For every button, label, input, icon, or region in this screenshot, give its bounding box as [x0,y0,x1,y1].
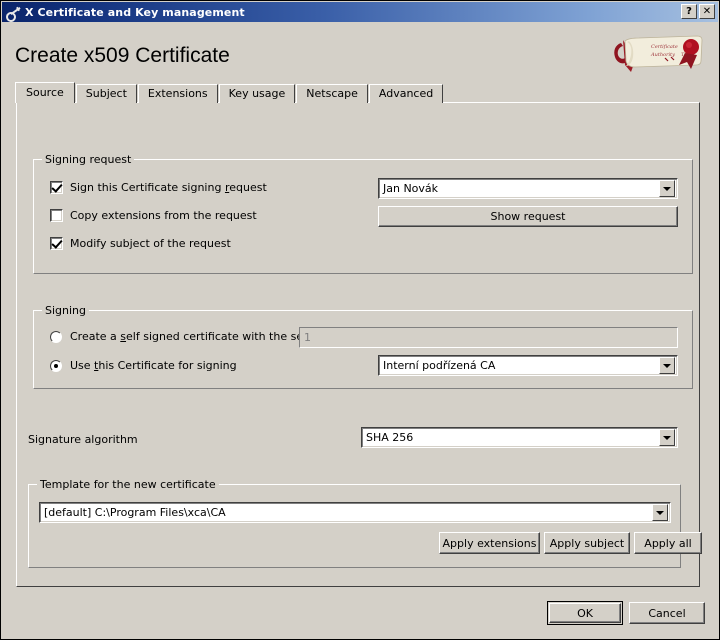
window-title: X Certificate and Key management [25,5,245,19]
template-group-title: Template for the new certificate [37,478,219,491]
signature-algorithm-label: Signature algorithm [28,433,138,446]
tab-subject[interactable]: Subject [75,84,137,103]
template-select[interactable]: [default] C:\Program Files\xca\CA [39,502,671,523]
copy-extensions-checkbox-row[interactable]: Copy extensions from the request [50,209,257,222]
self-signed-radio-row[interactable]: Create a self signed certificate with th… [50,330,320,343]
copy-extensions-checkbox[interactable] [50,209,63,222]
modify-subject-checkbox-row[interactable]: Modify subject of the request [50,237,231,250]
copy-extensions-label: Copy extensions from the request [70,209,257,222]
ca-certificate-select-value: Interní podřízená CA [383,359,496,372]
use-certificate-label-after: his Certificate for signing [98,359,237,372]
apply-extensions-button[interactable]: Apply extensions [439,532,540,554]
apply-all-button[interactable]: Apply all [634,532,702,554]
use-certificate-label-before: Use [70,359,95,372]
certificate-scroll-logo: Certificate Authority Tool [614,35,703,72]
show-request-button[interactable]: Show request [378,206,678,227]
self-signed-label-before: Create a [70,330,121,343]
dialog-window: X Certificate and Key management ? ✕ Cre… [0,0,720,640]
key-icon [4,5,21,24]
signing-request-group-title: Signing request [42,153,135,166]
page-title: Create x509 Certificate [15,44,230,67]
use-certificate-radio-row[interactable]: Use this Certificate for signing [50,359,237,372]
help-button[interactable]: ? [681,4,697,19]
tab-bar: Source Subject Extensions Key usage Nets… [15,82,444,103]
title-bar: X Certificate and Key management ? ✕ [2,2,718,24]
sign-request-label-after: equest [229,181,267,194]
chevron-down-icon[interactable] [659,357,675,374]
serial-input[interactable]: 1 [299,327,678,348]
request-select-value: Jan Novák [383,182,439,195]
svg-text:Certificate: Certificate [651,44,678,50]
chevron-down-icon[interactable] [659,180,675,197]
tab-netscape[interactable]: Netscape [296,84,368,103]
signature-algorithm-select[interactable]: SHA 256 [361,427,678,448]
sign-request-checkbox[interactable] [50,181,63,194]
tab-extensions[interactable]: Extensions [137,84,218,103]
ok-button[interactable]: OK [547,601,623,625]
ok-button-label: OK [577,606,593,620]
chevron-down-icon[interactable] [659,429,675,446]
sign-request-checkbox-row[interactable]: Sign this Certificate signing request [50,181,267,194]
self-signed-radio[interactable] [50,330,62,343]
request-select[interactable]: Jan Novák [378,178,678,199]
template-group: Template for the new certificate [defaul… [28,478,702,568]
client-area: Create x509 Certificate Certificate Auth… [2,22,718,638]
ca-certificate-select[interactable]: Interní podřízená CA [378,355,678,376]
chevron-down-icon[interactable] [652,504,668,521]
signing-group: Signing Create a self signed certificate… [33,304,693,389]
signature-algorithm-value: SHA 256 [366,431,414,444]
modify-subject-checkbox[interactable] [50,237,63,250]
tab-advanced[interactable]: Advanced [368,84,444,103]
tab-key-usage[interactable]: Key usage [218,84,296,103]
cancel-button[interactable]: Cancel [629,602,705,624]
template-select-value: [default] C:\Program Files\xca\CA [44,506,226,519]
signing-group-title: Signing [42,304,90,317]
modify-subject-label: Modify subject of the request [70,237,231,250]
tab-source[interactable]: Source [15,82,75,103]
close-icon[interactable]: ✕ [699,4,715,19]
self-signed-label-after: elf signed certificate with the serial [126,330,321,343]
tab-panel-source: Signing request Sign this Certificate si… [16,102,702,587]
use-certificate-radio[interactable] [50,359,62,372]
signing-request-group: Signing request Sign this Certificate si… [33,153,693,274]
window-controls: ? ✕ [681,4,715,19]
apply-subject-button[interactable]: Apply subject [544,532,630,554]
sign-request-label-before: Sign this Certificate signing [70,181,225,194]
